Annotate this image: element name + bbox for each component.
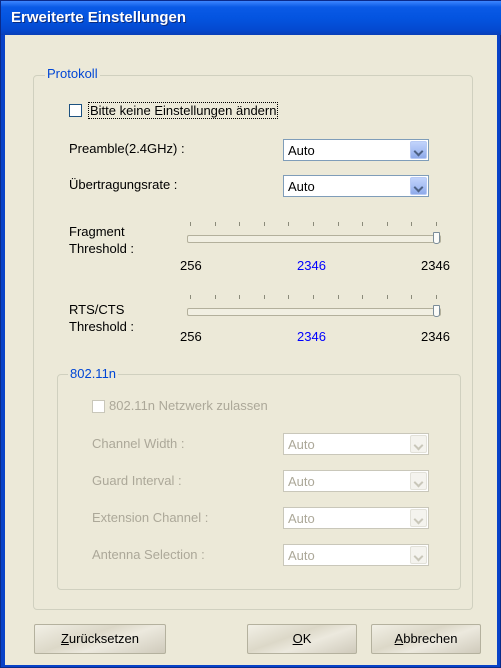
guard-interval-label: Guard Interval : [92,473,182,488]
reset-button[interactable]: Zurücksetzen [34,624,166,654]
dialog-client-area: Protokoll Bitte keine Einstellungen ände… [5,35,497,665]
fragment-min: 256 [180,258,202,273]
slider-tick [362,295,364,299]
slider-tick [436,295,437,299]
antenna-selection-label: Antenna Selection : [92,547,205,562]
chevron-down-icon[interactable] [410,509,427,527]
slider-tick [190,222,191,226]
fragment-label-line1: Fragment [69,224,125,239]
no-change-checkbox-label[interactable]: Bitte keine Einstellungen ändern [88,102,279,119]
no-change-checkbox[interactable] [69,104,82,117]
slider-tick [263,295,265,299]
slider-tick [263,222,265,226]
cancel-button-label: bbrechen [403,631,458,646]
rts-label-line2: Threshold : [69,319,135,334]
extension-channel-select[interactable]: Auto [283,507,429,529]
n80211-allow-label: 802.11n Netzwerk zulassen [109,398,268,413]
slider-tick [190,295,191,299]
preamble-select[interactable]: Auto [283,139,429,161]
slider-tick [411,295,413,299]
slider-tick [313,222,314,226]
fragment-slider-thumb[interactable] [433,232,440,244]
rts-min: 256 [180,329,202,344]
cancel-button[interactable]: Abbrechen [371,624,481,654]
slider-tick [386,222,388,226]
rts-slider-thumb[interactable] [433,305,440,317]
title-bar[interactable]: Erweiterte Einstellungen [1,1,501,35]
channel-width-value: Auto [288,437,315,452]
n80211-group-label: 802.11n [68,366,119,381]
fragment-slider-track[interactable] [187,235,441,243]
antenna-selection-select[interactable]: Auto [283,544,429,566]
antenna-selection-value: Auto [288,548,315,563]
chevron-down-icon[interactable] [410,141,427,159]
rate-value: Auto [288,179,315,194]
slider-tick [239,295,241,299]
rate-label: Übertragungsrate : [69,177,178,192]
chevron-down-icon[interactable] [410,472,427,490]
slider-tick [288,222,290,226]
ok-button-mnemonic: O [292,631,303,646]
slider-tick [337,295,339,299]
slider-tick [313,295,314,299]
slider-tick [411,222,413,226]
slider-tick [337,222,339,226]
slider-tick [239,222,241,226]
extension-channel-label: Extension Channel : [92,510,209,525]
n80211-allow-checkbox[interactable] [92,400,105,413]
chevron-down-icon[interactable] [410,546,427,564]
fragment-current-value: 2346 [297,258,326,273]
cancel-button-mnemonic: A [394,631,404,646]
preamble-value: Auto [288,143,315,158]
channel-width-label: Channel Width : [92,436,185,451]
ok-button[interactable]: OK [247,624,357,654]
slider-tick [386,295,388,299]
rts-label-line1: RTS/CTS [69,302,125,317]
rate-select[interactable]: Auto [283,175,429,197]
rts-slider-track[interactable] [187,308,441,316]
slider-tick [288,295,290,299]
reset-button-label: urücksetzen [68,631,140,646]
rts-max: 2346 [421,329,450,344]
preamble-label: Preamble(2.4GHz) : [69,141,185,156]
chevron-down-icon[interactable] [410,435,427,453]
channel-width-select[interactable]: Auto [283,433,429,455]
guard-interval-value: Auto [288,474,315,489]
dialog-window: Erweiterte Einstellungen Protokoll Bitte… [0,0,501,668]
rts-current-value: 2346 [297,329,326,344]
slider-tick [214,222,216,226]
chevron-down-icon[interactable] [410,177,427,195]
fragment-max: 2346 [421,258,450,273]
reset-button-mnemonic: Z [60,631,69,646]
ok-button-label: K [302,631,312,646]
fragment-label-line2: Threshold : [69,241,135,256]
slider-tick [362,222,364,226]
slider-tick [214,295,216,299]
protokoll-group-label: Protokoll [45,66,100,81]
extension-channel-value: Auto [288,511,315,526]
guard-interval-select[interactable]: Auto [283,470,429,492]
slider-tick [436,222,437,226]
window-title: Erweiterte Einstellungen [11,9,187,26]
